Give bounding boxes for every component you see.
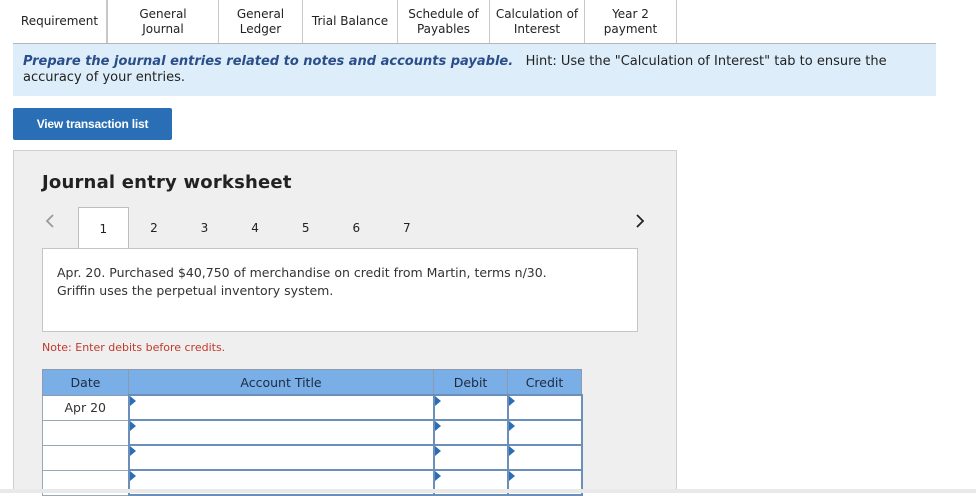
debit-input[interactable] [434,421,507,444]
instructions-banner: Prepare the journal entries related to n… [13,44,936,96]
dropdown-marker-icon [129,471,136,481]
account-title-cell[interactable] [127,419,435,446]
debit-input[interactable] [434,446,507,469]
tab-label: Requirement [20,14,99,28]
header-date: Date [42,369,129,396]
chevron-left-icon[interactable] [42,213,58,229]
header-debit: Debit [433,369,508,396]
debit-input[interactable] [434,396,507,419]
journal-entry-table: Date Account Title Debit Credit Apr 20 [42,369,583,496]
dropdown-marker-icon [129,446,136,456]
credit-cell[interactable] [506,444,583,471]
tab-general-journal[interactable]: General Journal [107,0,219,43]
tab-label: Schedule of Payables [408,6,479,36]
credit-input[interactable] [508,446,581,469]
page-4[interactable]: 4 [230,207,281,248]
date-cell [42,419,130,446]
date-cell: Apr 20 [42,394,130,421]
entry-note: Note: Enter debits before credits. [42,341,226,354]
account-title-input[interactable] [129,446,433,469]
tab-general-ledger[interactable]: General Ledger [219,0,303,43]
tab-schedule-of-payables[interactable]: Schedule of Payables [398,0,490,43]
tab-calculation-of-interest[interactable]: Calculation of Interest [490,0,585,43]
dropdown-marker-icon [129,421,136,431]
tab-label: Year 2 payment [603,6,658,36]
page-bottom-divider [0,489,976,493]
page-3[interactable]: 3 [179,207,230,248]
worksheet-pager: 1 2 3 4 5 6 7 [78,207,433,249]
dropdown-marker-icon [508,396,515,406]
transaction-line-1: Apr. 20. Purchased $40,750 of merchandis… [57,265,547,280]
credit-cell[interactable] [506,394,583,421]
page-6[interactable]: 6 [331,207,382,248]
tab-bar: Requirement General Journal General Ledg… [13,0,936,44]
table-row [42,419,583,446]
dropdown-marker-icon [508,421,515,431]
dropdown-marker-icon [434,446,441,456]
view-transaction-list-button[interactable]: View transaction list [13,108,172,140]
dropdown-marker-icon [508,471,515,481]
account-title-input[interactable] [129,396,433,419]
debit-cell[interactable] [432,444,509,471]
header-credit: Credit [507,369,582,396]
account-title-input[interactable] [129,421,433,444]
dropdown-marker-icon [508,446,515,456]
journal-entry-worksheet-panel: Journal entry worksheet 1 2 3 4 5 6 7 Ap… [13,150,677,496]
page-2[interactable]: 2 [129,207,180,248]
header-account-title: Account Title [128,369,434,396]
table-row [42,444,583,471]
dropdown-marker-icon [434,396,441,406]
tab-label: Trial Balance [311,14,389,28]
credit-input[interactable] [508,421,581,444]
account-title-cell[interactable] [127,444,435,471]
table-header-row: Date Account Title Debit Credit [42,369,582,396]
tab-label: Calculation of Interest [495,6,579,36]
page-1[interactable]: 1 [78,207,129,249]
table-row: Apr 20 [42,394,583,421]
dropdown-marker-icon [434,471,441,481]
credit-cell[interactable] [506,419,583,446]
debit-cell[interactable] [432,394,509,421]
account-title-cell[interactable] [127,394,435,421]
transaction-line-2: Griffin uses the perpetual inventory sys… [57,283,334,298]
instructions-lead: Prepare the journal entries related to n… [23,54,514,69]
page-7[interactable]: 7 [382,207,433,248]
chevron-right-icon[interactable] [632,213,648,229]
credit-input[interactable] [508,396,581,419]
tab-requirement[interactable]: Requirement [13,0,107,43]
tab-label: General Journal [139,6,187,36]
page-5[interactable]: 5 [280,207,331,248]
debit-cell[interactable] [432,419,509,446]
tab-label: General Ledger [236,6,285,36]
worksheet-title: Journal entry worksheet [42,172,292,193]
transaction-description: Apr. 20. Purchased $40,750 of merchandis… [42,248,638,332]
tab-trial-balance[interactable]: Trial Balance [303,0,398,43]
tab-year-2-payment[interactable]: Year 2 payment [585,0,677,43]
dropdown-marker-icon [434,421,441,431]
date-cell [42,444,130,471]
dropdown-marker-icon [129,396,136,406]
